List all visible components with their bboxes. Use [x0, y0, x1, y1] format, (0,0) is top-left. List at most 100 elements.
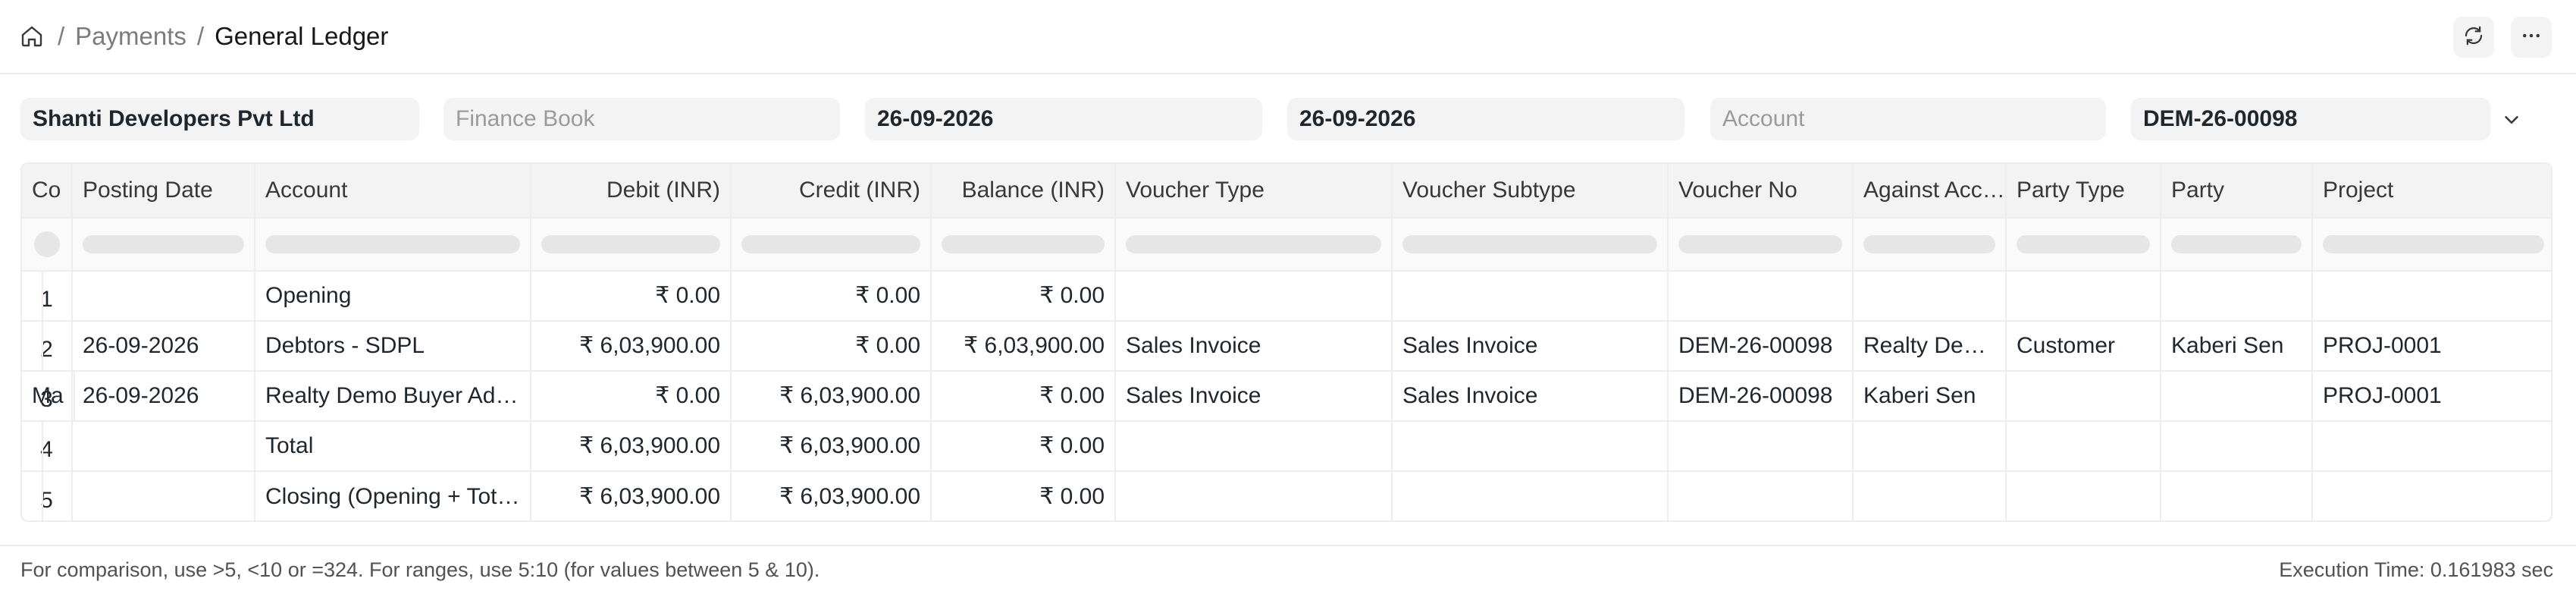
table-cell[interactable]: Closing (Opening + Tot…: [255, 472, 531, 520]
table-cell[interactable]: Sales Invoice: [1393, 372, 1669, 420]
home-icon[interactable]: [20, 23, 47, 50]
column-filter-input[interactable]: [1402, 235, 1657, 253]
column-filter-input[interactable]: [2171, 235, 2302, 253]
to-date-filter[interactable]: 26-09-2026: [1287, 98, 1684, 140]
table-cell[interactable]: ₹ 6,03,900.00: [531, 422, 732, 470]
column-filter-input[interactable]: [2017, 235, 2150, 253]
table-cell[interactable]: [2161, 422, 2313, 470]
refresh-button[interactable]: [2453, 17, 2494, 58]
table-cell[interactable]: [2161, 272, 2313, 320]
table-cell[interactable]: [1854, 272, 2007, 320]
from-date-filter[interactable]: 26-09-2026: [865, 98, 1262, 140]
table-cell[interactable]: [2007, 472, 2161, 520]
column-header[interactable]: Voucher No: [1669, 164, 1854, 217]
table-cell[interactable]: [2313, 472, 2551, 520]
column-header[interactable]: Co: [22, 164, 73, 217]
table-cell[interactable]: DEM-26-00098: [1669, 322, 1854, 370]
table-cell[interactable]: [2007, 422, 2161, 470]
table-cell[interactable]: ₹ 0.00: [932, 472, 1116, 520]
table-cell[interactable]: PROJ-0001: [2313, 322, 2551, 370]
table-cell[interactable]: ₹ 0.00: [732, 272, 932, 320]
column-filter-input[interactable]: [1678, 235, 1842, 253]
table-cell[interactable]: Ma: [22, 372, 75, 420]
table-cell[interactable]: [1393, 272, 1669, 320]
more-options-button[interactable]: [2511, 17, 2552, 58]
table-cell[interactable]: ₹ 6,03,900.00: [531, 322, 732, 370]
table-cell[interactable]: ₹ 6,03,900.00: [732, 372, 932, 420]
table-cell[interactable]: Total: [255, 422, 531, 470]
column-header[interactable]: Against Acc…: [1854, 164, 2007, 217]
column-filter-input[interactable]: [541, 235, 720, 253]
table-cell[interactable]: [1393, 472, 1669, 520]
column-header[interactable]: Balance (INR): [932, 164, 1116, 217]
column-filter-input[interactable]: [2323, 235, 2544, 253]
filter-row-checkbox[interactable]: [33, 231, 60, 257]
finance-book-filter[interactable]: Finance Book: [443, 98, 840, 140]
column-filter-input[interactable]: [83, 235, 244, 253]
table-cell[interactable]: ₹ 0.00: [531, 272, 732, 320]
company-filter[interactable]: Shanti Developers Pvt Ltd: [20, 98, 419, 140]
voucher-no-filter[interactable]: DEM-26-00098: [2131, 98, 2490, 140]
table-cell[interactable]: [1116, 422, 1393, 470]
table-cell[interactable]: [2161, 372, 2313, 420]
table-cell[interactable]: [2313, 272, 2551, 320]
column-header[interactable]: Account: [255, 164, 531, 217]
chevron-down-icon[interactable]: [2499, 107, 2524, 133]
table-cell[interactable]: [1116, 272, 1393, 320]
table-cell[interactable]: DEM-26-00098: [1669, 372, 1854, 420]
column-filter-input[interactable]: [1126, 235, 1381, 253]
table-cell[interactable]: ₹ 6,03,900.00: [932, 322, 1116, 370]
table-cell[interactable]: [2007, 272, 2161, 320]
table-cell[interactable]: Debtors - SDPL: [255, 322, 531, 370]
column-filter-input[interactable]: [265, 235, 520, 253]
column-filter-input[interactable]: [741, 235, 920, 253]
table-cell[interactable]: [73, 272, 255, 320]
table-cell[interactable]: [22, 472, 43, 520]
table-cell[interactable]: Realty Demo …: [1854, 322, 2007, 370]
table-cell[interactable]: [2007, 372, 2161, 420]
table-cell[interactable]: Realty Demo Buyer Ad…: [255, 372, 531, 420]
column-header[interactable]: Party: [2161, 164, 2313, 217]
column-header[interactable]: Voucher Subtype: [1393, 164, 1669, 217]
table-cell[interactable]: ₹ 0.00: [531, 372, 732, 420]
column-header[interactable]: Voucher Type: [1116, 164, 1393, 217]
column-filter-input[interactable]: [1863, 235, 1995, 253]
table-cell[interactable]: [1116, 472, 1393, 520]
table-cell[interactable]: ₹ 0.00: [932, 372, 1116, 420]
table-cell[interactable]: 26-09-2026: [73, 372, 255, 420]
table-cell[interactable]: Sales Invoice: [1116, 322, 1393, 370]
account-filter[interactable]: Account: [1710, 98, 2106, 140]
column-header[interactable]: Project: [2313, 164, 2551, 217]
table-cell[interactable]: [22, 422, 43, 470]
table-cell[interactable]: Sales Invoice: [1116, 372, 1393, 420]
table-cell[interactable]: ₹ 6,03,900.00: [531, 472, 732, 520]
table-cell[interactable]: [73, 422, 255, 470]
table-cell[interactable]: Kaberi Sen: [2161, 322, 2313, 370]
table-cell[interactable]: [1669, 422, 1854, 470]
table-cell[interactable]: [2161, 472, 2313, 520]
table-cell[interactable]: [1669, 272, 1854, 320]
breadcrumb-parent-link[interactable]: Payments: [75, 22, 186, 51]
table-cell[interactable]: [73, 472, 255, 520]
table-cell[interactable]: [1669, 472, 1854, 520]
table-cell[interactable]: [1854, 422, 2007, 470]
table-cell[interactable]: [2313, 422, 2551, 470]
table-cell[interactable]: PROJ-0001: [2313, 372, 2551, 420]
column-header[interactable]: Debit (INR): [531, 164, 732, 217]
table-cell[interactable]: ₹ 0.00: [932, 272, 1116, 320]
table-cell[interactable]: [22, 272, 43, 320]
table-cell[interactable]: [1393, 422, 1669, 470]
column-header[interactable]: Posting Date: [73, 164, 255, 217]
column-filter-input[interactable]: [942, 235, 1105, 253]
table-cell[interactable]: 26-09-2026: [73, 322, 255, 370]
table-cell[interactable]: Customer: [2007, 322, 2161, 370]
table-cell[interactable]: ₹ 6,03,900.00: [732, 472, 932, 520]
table-cell[interactable]: ₹ 0.00: [932, 422, 1116, 470]
column-header[interactable]: Party Type: [2007, 164, 2161, 217]
table-cell[interactable]: Kaberi Sen: [1854, 372, 2007, 420]
table-cell[interactable]: [22, 322, 43, 370]
table-cell[interactable]: Sales Invoice: [1393, 322, 1669, 370]
column-header[interactable]: Credit (INR): [732, 164, 932, 217]
table-cell[interactable]: [1854, 472, 2007, 520]
table-cell[interactable]: Opening: [255, 272, 531, 320]
